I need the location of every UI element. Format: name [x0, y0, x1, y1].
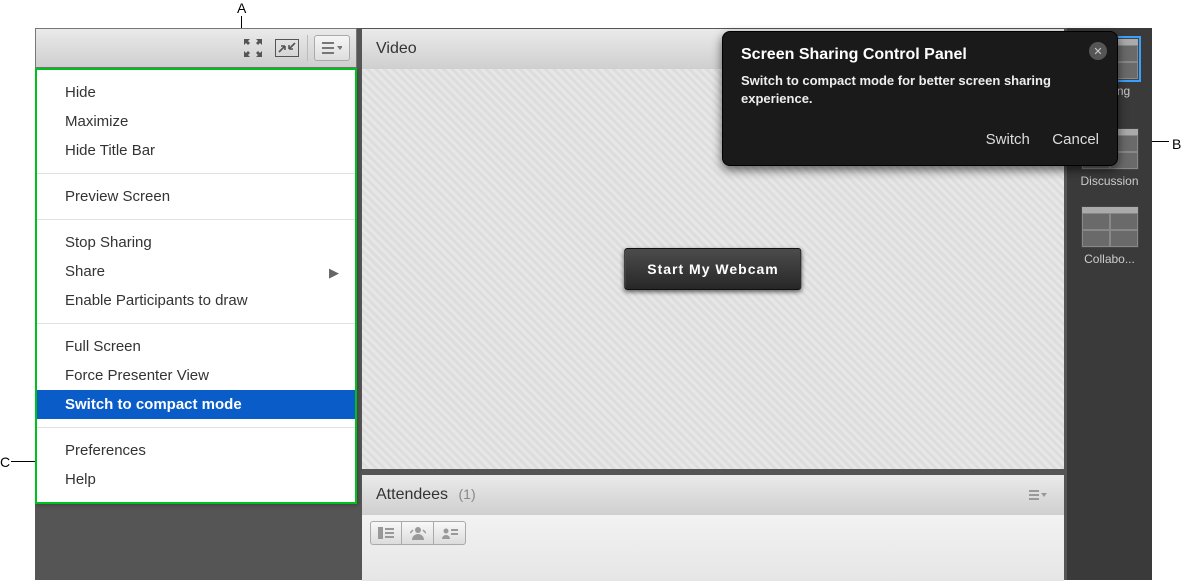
- annotated-screenshot: A B C ✕: [0, 0, 1187, 582]
- menu-item-switch-compact[interactable]: Switch to compact mode: [37, 390, 355, 419]
- callout-c: C: [0, 454, 10, 470]
- attendees-pod: Attendees (1): [361, 474, 1065, 580]
- attendees-count: (1): [459, 486, 476, 502]
- screen-sharing-dialog: ✕ Screen Sharing Control Panel Switch to…: [722, 31, 1118, 166]
- pod-options-button[interactable]: [314, 35, 350, 61]
- start-webcam-button[interactable]: Start My Webcam: [624, 248, 801, 290]
- attendee-view-breakout-button[interactable]: [434, 521, 466, 545]
- layout-discussion-label: Discussion: [1076, 174, 1144, 188]
- share-pod-toolbar: [35, 28, 357, 68]
- menu-item-force-presenter[interactable]: Force Presenter View: [37, 361, 355, 390]
- menu-item-hide-title-bar[interactable]: Hide Title Bar: [37, 136, 355, 165]
- pod-options-menu: Hide Maximize Hide Title Bar Preview Scr…: [35, 68, 357, 504]
- compact-mode-icon[interactable]: [273, 35, 301, 61]
- attendees-pod-header: Attendees (1): [362, 475, 1064, 515]
- menu-item-maximize[interactable]: Maximize: [37, 107, 355, 136]
- video-pod-title: Video: [376, 40, 417, 58]
- toolbar-separator: [307, 35, 308, 61]
- attendee-view-list-button[interactable]: [370, 521, 402, 545]
- attendee-view-status-button[interactable]: [402, 521, 434, 545]
- menu-item-hide[interactable]: Hide: [37, 78, 355, 107]
- dialog-switch-button[interactable]: Switch: [986, 131, 1030, 148]
- menu-item-share-label: Share: [65, 263, 105, 280]
- menu-item-full-screen[interactable]: Full Screen: [37, 332, 355, 361]
- dialog-close-icon[interactable]: ✕: [1089, 42, 1107, 60]
- share-pod-column: Hide Maximize Hide Title Bar Preview Scr…: [35, 28, 357, 580]
- dialog-cancel-button[interactable]: Cancel: [1052, 131, 1099, 148]
- layout-collaboration-label: Collabo...: [1076, 252, 1144, 266]
- menu-item-stop-sharing[interactable]: Stop Sharing: [37, 228, 355, 257]
- fullscreen-icon[interactable]: [239, 35, 267, 61]
- dialog-title: Screen Sharing Control Panel: [741, 46, 1099, 64]
- application-window: ✕ Hide: [35, 28, 1152, 580]
- attendees-pod-options-button[interactable]: [1026, 486, 1050, 504]
- attendees-pod-body: [362, 515, 1064, 581]
- menu-item-preferences[interactable]: Preferences: [37, 436, 355, 465]
- submenu-arrow-icon: ▶: [329, 265, 339, 281]
- menu-item-share[interactable]: Share ▶: [37, 257, 355, 286]
- attendees-pod-title: Attendees: [376, 486, 448, 503]
- menu-item-preview-screen[interactable]: Preview Screen: [37, 182, 355, 211]
- callout-a: A: [237, 0, 246, 16]
- menu-item-enable-draw[interactable]: Enable Participants to draw: [37, 286, 355, 315]
- callout-b: B: [1172, 136, 1181, 152]
- layout-collaboration[interactable]: Collabo...: [1076, 206, 1144, 266]
- dialog-message: Switch to compact mode for better screen…: [741, 72, 1099, 107]
- menu-item-help[interactable]: Help: [37, 465, 355, 494]
